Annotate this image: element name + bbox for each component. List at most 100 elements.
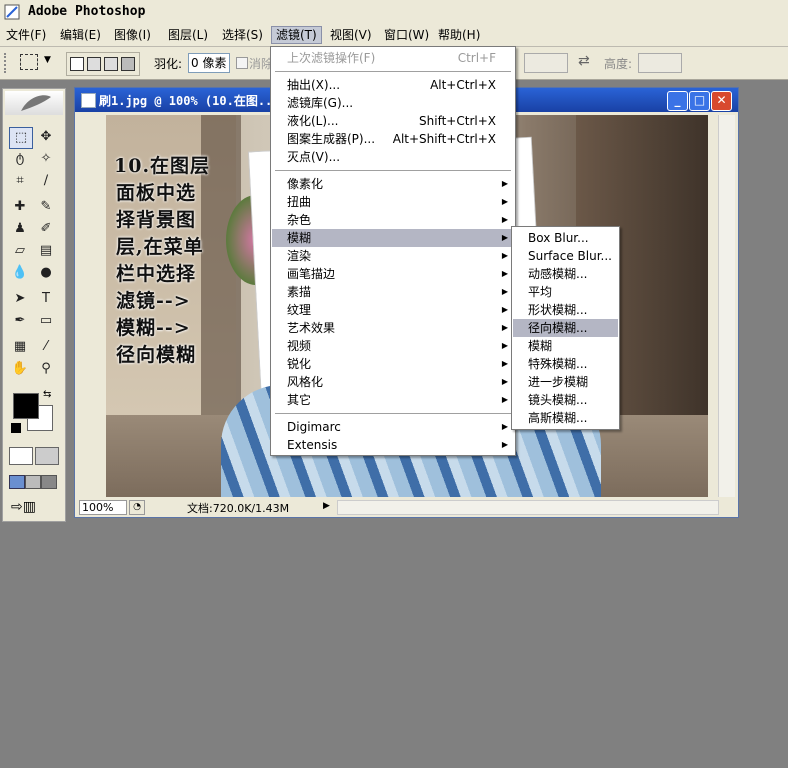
screen-mode-full-menu-icon[interactable] [25,475,41,489]
swap-dimensions-icon[interactable]: ⇄ [578,53,590,69]
preset-dropdown-arrow-icon[interactable]: ▼ [44,55,51,65]
zoom-tool-icon[interactable]: ⚲ [35,359,57,379]
height-input[interactable] [638,53,682,73]
blur-gaussian-blur[interactable]: 高斯模糊... [513,409,618,427]
notes-tool-icon[interactable]: ▦ [9,337,31,357]
toolbox-header[interactable] [5,91,63,115]
submenu-arrow-icon: ▶ [501,305,508,314]
minimize-button[interactable]: _ [667,91,688,111]
menu-image[interactable]: 图像(I) [110,27,155,43]
brush-tool-icon[interactable]: ✎ [35,197,57,217]
subtract-selection-icon[interactable] [104,57,118,71]
zoom-field[interactable]: 100% [79,500,127,515]
filter-other[interactable]: 其它 ▶ [272,391,514,409]
hand-tool-icon[interactable]: ✋ [9,359,31,379]
status-popup-icon[interactable]: ◔ [129,500,145,515]
clone-stamp-tool-icon[interactable]: ♟ [9,219,31,239]
new-selection-icon[interactable] [70,57,84,71]
pen-tool-icon[interactable]: ✒ [9,311,31,331]
filter-artistic[interactable]: 艺术效果 ▶ [272,319,514,337]
filter-digimarc[interactable]: Digimarc ▶ [272,418,514,436]
blur-average[interactable]: 平均 [513,283,618,301]
filter-distort[interactable]: 扭曲 ▶ [272,193,514,211]
default-colors-icon[interactable] [11,423,21,433]
blur-blur[interactable]: 模糊 [513,337,618,355]
close-button[interactable]: ✕ [711,91,732,111]
blur-tool-icon[interactable]: 💧 [9,263,31,283]
filter-stylize[interactable]: 风格化 ▶ [272,373,514,391]
intersect-selection-icon[interactable] [121,57,135,71]
filter-blur[interactable]: 模糊 ▶ [272,229,514,247]
feather-input[interactable]: 0 像素 [188,53,230,73]
magic-wand-tool-icon[interactable]: ✧ [35,149,57,169]
filter-last-filter[interactable]: 上次滤镜操作(F) Ctrl+F [272,49,514,67]
shape-tool-icon[interactable]: ▭ [35,311,57,331]
standard-mode-icon[interactable] [9,447,33,465]
blur-smart-blur[interactable]: 特殊模糊... [513,355,618,373]
marquee-preset-icon[interactable] [20,54,38,70]
menu-file[interactable]: 文件(F) [2,27,50,43]
path-selection-tool-icon[interactable]: ➤ [9,289,31,309]
quick-mask-mode-icon[interactable] [35,447,59,465]
menu-edit[interactable]: 编辑(E) [56,27,105,43]
menu-item-label: 抽出(X)... [287,78,341,92]
jump-to-imageready-icon[interactable]: ⇨▥ [11,499,36,515]
vertical-scrollbar[interactable] [718,115,735,497]
blur-box-blur[interactable]: Box Blur... [513,229,618,247]
filter-render[interactable]: 渲染 ▶ [272,247,514,265]
swap-colors-icon[interactable]: ⇆ [43,389,51,400]
blur-blur-more[interactable]: 进一步模糊 [513,373,618,391]
status-menu-arrow-icon[interactable]: ▶ [323,500,333,513]
menu-item-label: 锐化 [287,357,312,371]
eraser-tool-icon[interactable]: ▱ [9,241,31,261]
dodge-tool-icon[interactable]: ● [35,263,57,283]
maximize-button[interactable]: □ [689,91,710,111]
add-selection-icon[interactable] [87,57,101,71]
menu-layer[interactable]: 图层(L) [164,27,212,43]
menu-view[interactable]: 视图(V) [326,27,376,43]
filter-video[interactable]: 视频 ▶ [272,337,514,355]
healing-brush-tool-icon[interactable]: ✚ [9,197,31,217]
menu-select[interactable]: 选择(S) [218,27,267,43]
marquee-tool-icon[interactable]: ⬚ [9,127,33,149]
blur-lens-blur[interactable]: 镜头模糊... [513,391,618,409]
menu-item-label: 图案生成器(P)... [287,132,376,146]
screen-mode-standard-icon[interactable] [9,475,25,489]
blur-radial-blur[interactable]: 径向模糊... [513,319,618,337]
menu-item-label: 模糊 [287,231,312,245]
screen-mode-full-icon[interactable] [41,475,57,489]
filter-brush-strokes[interactable]: 画笔描边 ▶ [272,265,514,283]
filter-pattern-maker[interactable]: 图案生成器(P)... Alt+Shift+Ctrl+X [272,130,514,148]
menu-filter[interactable]: 滤镜(T) [271,26,322,44]
width-input[interactable] [524,53,568,73]
filter-extensis[interactable]: Extensis ▶ [272,436,514,454]
filter-sketch[interactable]: 素描 ▶ [272,283,514,301]
filter-sharpen[interactable]: 锐化 ▶ [272,355,514,373]
type-tool-icon[interactable]: T [35,289,57,309]
horizontal-scrollbar[interactable] [337,500,719,515]
filter-vanishing-point[interactable]: 灭点(V)... [272,148,514,166]
menu-item-shortcut: Ctrl+F [457,51,496,65]
lasso-tool-icon[interactable]: ტ [9,149,31,169]
filter-gallery[interactable]: 滤镜库(G)... [272,94,514,112]
gradient-tool-icon[interactable]: ▤ [35,241,57,261]
move-tool-icon[interactable]: ✥ [35,127,57,147]
document-status-bar: 100% ◔ 文档:720.0K/1.43M ▶ [77,499,719,515]
menu-help[interactable]: 帮助(H) [434,27,484,43]
blur-shape-blur[interactable]: 形状模糊... [513,301,618,319]
menu-window[interactable]: 窗口(W) [380,27,433,43]
antialias-checkbox[interactable] [236,57,248,69]
blur-motion-blur[interactable]: 动感模糊... [513,265,618,283]
filter-liquify[interactable]: 液化(L)... Shift+Ctrl+X [272,112,514,130]
filter-extract[interactable]: 抽出(X)... Alt+Ctrl+X [272,76,514,94]
filter-pixelate[interactable]: 像素化 ▶ [272,175,514,193]
eyedropper-tool-icon[interactable]: ⁄ [35,337,57,357]
crop-tool-icon[interactable]: ⌗ [9,171,31,191]
menu-item-label: 其它 [287,393,312,407]
filter-texture[interactable]: 纹理 ▶ [272,301,514,319]
blur-surface-blur[interactable]: Surface Blur... [513,247,618,265]
foreground-color-swatch[interactable] [13,393,39,419]
history-brush-tool-icon[interactable]: ✐ [35,219,57,239]
slice-tool-icon[interactable]: ∕ [35,171,57,191]
filter-noise[interactable]: 杂色 ▶ [272,211,514,229]
